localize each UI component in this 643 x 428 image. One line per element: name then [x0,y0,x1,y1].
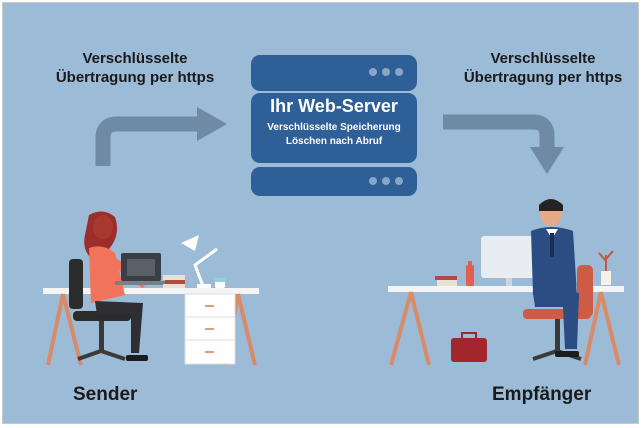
upload-caption-line2: Übertragung per https [55,69,215,86]
server-status-dots [369,177,403,185]
server-top-unit [251,55,417,91]
sender-chair [69,259,83,309]
upload-arrow-head [197,107,227,141]
server-title: Ihr Web-Server [270,96,398,116]
sender-label: Sender [73,384,138,405]
desk-lamp [193,247,218,287]
server-bottom-unit [251,167,417,196]
server-feature-deletion: Löschen nach Abruf [285,136,383,147]
server-feature-storage: Verschlüsselte Speicherung [267,122,401,133]
download-arrow-head [530,147,564,174]
bottle [466,265,474,286]
sender-scene [43,211,259,366]
upload-caption: Verschlüsselte Übertragung per https [25,49,245,87]
server-status-dots [369,68,403,76]
receiver-monitor [481,236,539,278]
books [163,275,185,280]
web-server-box: Ihr Web-Server Verschlüsselte Speicherun… [251,55,417,196]
upload-arrow [95,116,199,166]
receiver-label: Empfänger [492,384,592,405]
plant-pot [601,271,611,285]
download-caption-line1: Verschlüsselte [490,50,596,67]
diagram-canvas: Verschlüsselte Übertragung per https Ver… [2,2,639,424]
download-caption: Verschlüsselte Übertragung per https [433,49,638,87]
upload-caption-line1: Verschlüsselte [82,50,188,67]
download-arrow [443,114,555,149]
receiver-scene [388,199,624,366]
desk-books [435,276,457,280]
download-caption-line2: Übertragung per https [463,69,623,86]
sender-body [89,246,125,303]
briefcase [451,338,487,362]
